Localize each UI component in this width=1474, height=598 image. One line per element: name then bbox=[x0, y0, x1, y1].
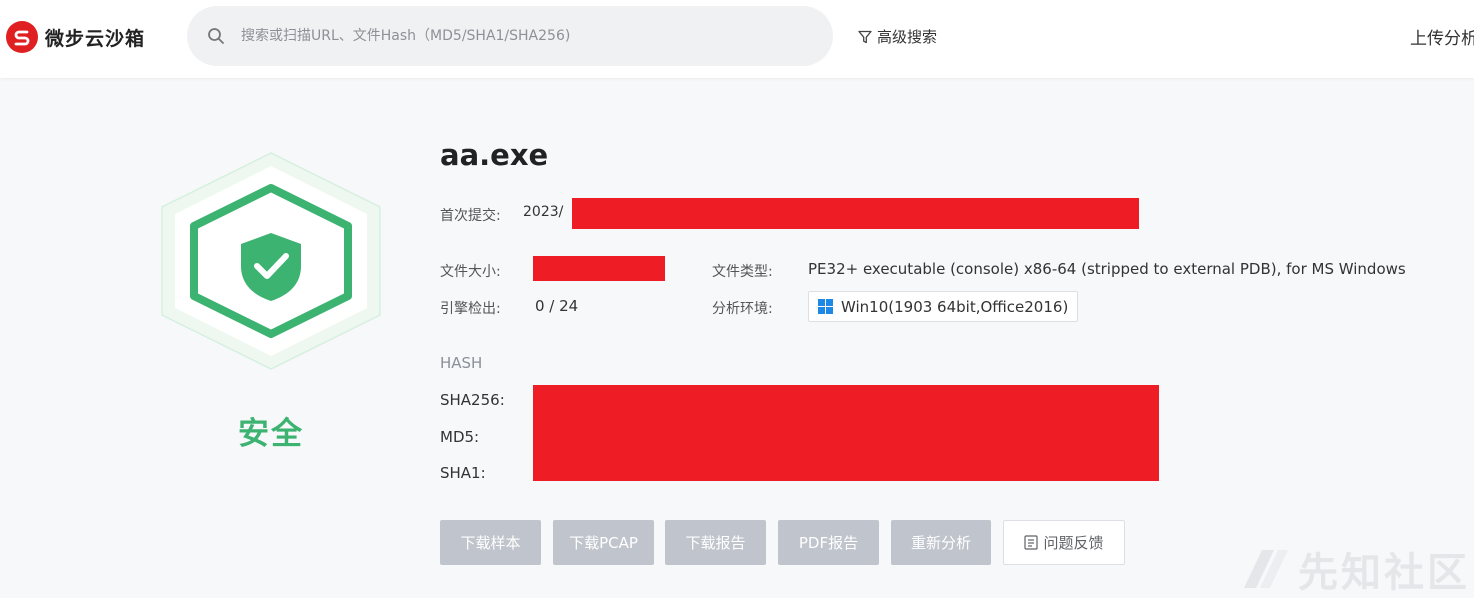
first-submit-label: 首次提交: bbox=[440, 208, 501, 224]
windows-icon bbox=[818, 299, 833, 314]
search-icon bbox=[208, 28, 224, 44]
logo[interactable]: 微步云沙箱 bbox=[6, 20, 145, 54]
logo-icon bbox=[6, 21, 38, 53]
feedback-button[interactable]: 问题反馈 bbox=[1003, 520, 1125, 565]
sha1-label: SHA1: bbox=[440, 464, 486, 482]
md5-label: MD5: bbox=[440, 428, 480, 446]
top-navbar: 微步云沙箱 高级搜索 上传分析 bbox=[0, 0, 1474, 78]
redaction-first-submit bbox=[572, 198, 1139, 229]
watermark-text: 先知社区 bbox=[1298, 550, 1470, 596]
feedback-icon bbox=[1024, 535, 1039, 550]
file-name: aa.exe bbox=[440, 138, 549, 172]
download-sample-button[interactable]: 下载样本 bbox=[440, 520, 541, 565]
analysis-env-value: Win10(1903 64bit,Office2016) bbox=[841, 297, 1069, 316]
sha256-label: SHA256: bbox=[440, 391, 505, 409]
logo-text: 微步云沙箱 bbox=[45, 27, 146, 50]
advanced-search-button[interactable]: 高级搜索 bbox=[858, 26, 937, 47]
first-submit-value: 2023/ bbox=[523, 204, 564, 220]
feedback-label: 问题反馈 bbox=[1043, 534, 1104, 552]
shield-check-icon bbox=[161, 152, 381, 370]
reanalyze-button[interactable]: 重新分析 bbox=[891, 520, 991, 565]
redaction-file-size bbox=[533, 256, 665, 281]
download-pcap-button[interactable]: 下载PCAP bbox=[553, 520, 654, 565]
engine-detect-value: 0 / 24 bbox=[535, 297, 579, 315]
search-input[interactable] bbox=[239, 27, 803, 45]
file-size-label: 文件大小: bbox=[440, 264, 501, 280]
redaction-hashes bbox=[533, 385, 1159, 481]
download-report-button[interactable]: 下载报告 bbox=[665, 520, 766, 565]
upload-analysis-link[interactable]: 上传分析 bbox=[1410, 24, 1474, 49]
file-type-value: PE32+ executable (console) x86-64 (strip… bbox=[808, 260, 1406, 278]
file-type-label: 文件类型: bbox=[712, 264, 773, 280]
pdf-report-button[interactable]: PDF报告 bbox=[778, 520, 879, 565]
hash-heading: HASH bbox=[440, 354, 483, 372]
watermark-logo-icon bbox=[1244, 550, 1288, 588]
filter-icon bbox=[858, 30, 872, 43]
watermark: 先知社区 bbox=[1240, 540, 1470, 598]
search-bar[interactable] bbox=[187, 6, 833, 66]
verdict-label: 安全 bbox=[238, 416, 304, 452]
advanced-search-label: 高级搜索 bbox=[877, 28, 938, 46]
engine-detect-label: 引擎检出: bbox=[440, 301, 501, 317]
analysis-env-tag: Win10(1903 64bit,Office2016) bbox=[808, 291, 1079, 322]
analysis-env-label: 分析环境: bbox=[712, 301, 773, 317]
